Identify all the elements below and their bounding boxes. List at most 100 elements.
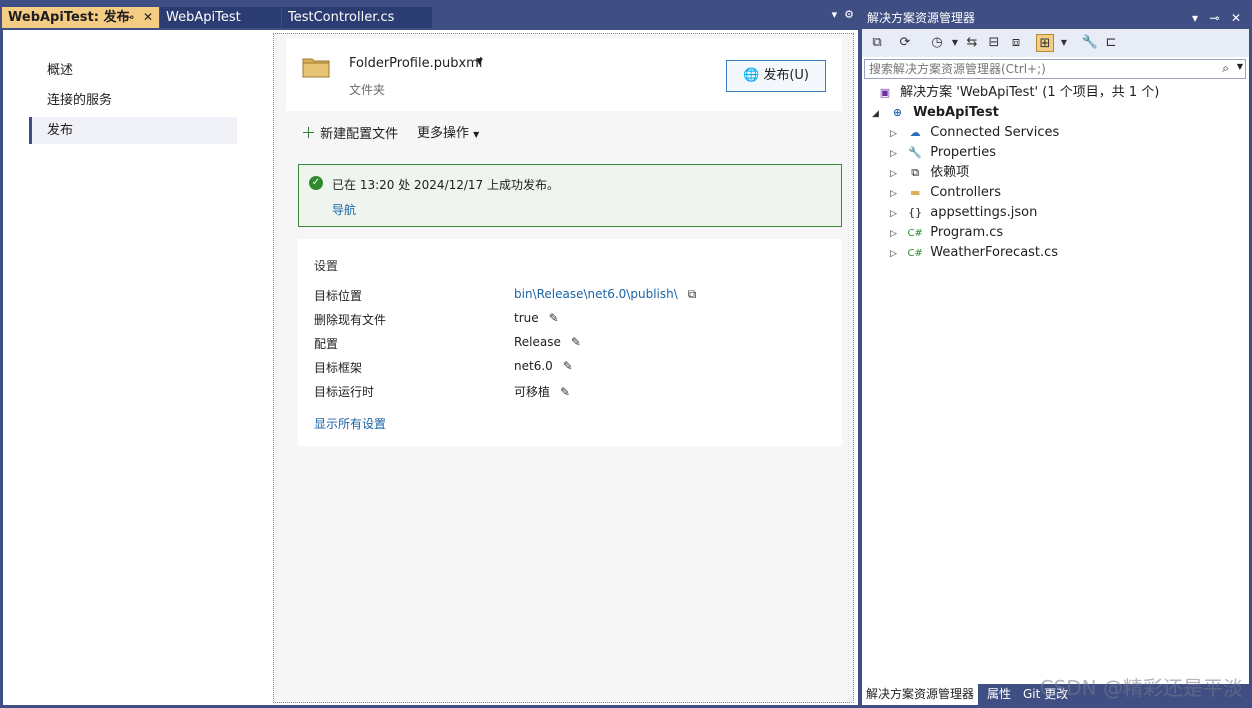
settings-card: 设置 目标位置 bin\Release\net6.0\publish\ ⧉ 删除现…: [298, 239, 842, 446]
show-all-settings-link[interactable]: 显示所有设置: [314, 415, 386, 432]
tab-overflow-controls: ▾ ⚙: [832, 8, 854, 21]
web-project-icon: ⊕: [892, 106, 903, 119]
connected-services-icon: ☁: [909, 126, 921, 139]
setting-value[interactable]: bin\Release\net6.0\publish\ ⧉: [514, 287, 696, 302]
profile-target-type: 文件夹: [349, 83, 386, 97]
settings-heading: 设置: [314, 259, 339, 273]
nav-label: 发布: [47, 123, 74, 138]
more-actions-label: 更多操作: [417, 126, 470, 141]
gear-icon[interactable]: ⚙: [844, 8, 854, 21]
tree-item-program[interactable]: ▷ C# Program.cs: [890, 223, 1003, 243]
collapsed-arrow-icon[interactable]: ▷: [890, 124, 902, 144]
document-tab-bar: WebApiTest: 发布 ⊸ ✕ WebApiTest TestContro…: [0, 0, 860, 30]
collapsed-arrow-icon[interactable]: ▷: [890, 184, 902, 204]
chevron-down-icon[interactable]: ▼: [1055, 34, 1073, 52]
publish-content: FolderProfile.pubxml ▼ 文件夹 🌐 发布(U) ＋ 新建配…: [273, 33, 854, 703]
pin-icon[interactable]: ⊸: [124, 7, 134, 28]
collapsed-arrow-icon[interactable]: ▷: [890, 204, 902, 224]
publish-button-label: 发布(U): [763, 68, 809, 83]
tree-item-connected-services[interactable]: ▷ ☁ Connected Services: [890, 123, 1059, 143]
tree-item-appsettings[interactable]: ▷ {} appsettings.json: [890, 203, 1037, 223]
sync-with-active-icon[interactable]: ⇆: [963, 34, 981, 52]
show-all-files-icon[interactable]: ⧈: [1007, 34, 1025, 52]
tree-item-properties[interactable]: ▷ 🔧 Properties: [890, 143, 996, 163]
solution-explorer-toolbar: ⧉ ⟳ ◷ ▼ ⇆ ⊟ ⧈ ⊞ ▼ 🔧 ⊏: [862, 29, 1249, 57]
pin-icon[interactable]: ⊸: [1209, 11, 1219, 25]
collapsed-arrow-icon[interactable]: ▷: [890, 244, 902, 264]
tree-item-label: WebApiTest: [913, 105, 999, 120]
more-actions-button[interactable]: 更多操作 ▼: [417, 122, 479, 141]
search-icon[interactable]: ⌕: [1222, 61, 1229, 76]
setting-value-text: true: [514, 311, 539, 325]
pencil-icon[interactable]: ✎: [560, 385, 570, 399]
collapsed-arrow-icon[interactable]: ▷: [890, 224, 902, 244]
sync-icon[interactable]: ⟳: [896, 34, 914, 52]
csharp-file-icon: C#: [907, 248, 923, 259]
pencil-icon[interactable]: ✎: [571, 335, 581, 349]
collapsed-arrow-icon[interactable]: ▷: [890, 144, 902, 164]
chevron-down-icon[interactable]: ▼: [476, 57, 483, 67]
history-icon[interactable]: ◷: [928, 34, 946, 52]
tree-item-dependencies[interactable]: ▷ ⧉ 依赖项: [890, 163, 969, 183]
collapse-all-icon[interactable]: ⊟: [985, 34, 1003, 52]
search-input[interactable]: [865, 60, 1213, 78]
tree-item-weatherforecast[interactable]: ▷ C# WeatherForecast.cs: [890, 243, 1058, 263]
tree-item-label: appsettings.json: [930, 205, 1038, 220]
folder-icon: [302, 58, 330, 78]
solution-explorer-panel: 解决方案资源管理器 ▾ ⊸ ✕ ⧉ ⟳ ◷ ▼ ⇆ ⊟ ⧈ ⊞ ▼ 🔧 ⊏ ⌕ …: [862, 7, 1249, 705]
copy-icon[interactable]: ⧉: [688, 287, 697, 302]
tree-item-controllers[interactable]: ▷ ▬ Controllers: [890, 183, 1001, 203]
close-icon[interactable]: ✕: [143, 7, 153, 28]
setting-value-text: Release: [514, 335, 561, 349]
navigate-link[interactable]: 导航: [332, 201, 356, 218]
chevron-down-icon[interactable]: ▼: [946, 34, 964, 52]
wrench-icon[interactable]: 🔧: [1081, 34, 1099, 52]
tab-testcontroller[interactable]: TestController.cs: [282, 7, 432, 28]
globe-publish-icon: 🌐: [743, 68, 760, 83]
csharp-file-icon: C#: [907, 228, 923, 239]
tab-label: WebApiTest: 发布: [8, 10, 130, 25]
tab-dropdown-icon[interactable]: ▾: [832, 8, 838, 21]
setting-value-text: 可移植: [514, 385, 551, 399]
left-nav: 概述 连接的服务 发布: [3, 30, 271, 705]
solution-icon: ▣: [879, 86, 891, 99]
tab-solution-explorer[interactable]: 解决方案资源管理器: [862, 684, 979, 705]
tree-item-label: 依赖项: [930, 165, 970, 180]
preview-icon[interactable]: ⊏: [1102, 34, 1120, 52]
collapsed-arrow-icon[interactable]: ▷: [890, 164, 902, 184]
new-profile-button[interactable]: ＋ 新建配置文件: [301, 122, 398, 143]
pencil-icon[interactable]: ✎: [549, 311, 559, 325]
pencil-icon[interactable]: ✎: [563, 359, 573, 373]
setting-key: 目标位置: [314, 289, 363, 303]
nav-item-connected-services[interactable]: 连接的服务: [29, 87, 237, 114]
filter-icon[interactable]: ⊞: [1036, 34, 1054, 52]
profile-select[interactable]: FolderProfile.pubxml: [349, 56, 482, 71]
setting-key: 目标运行时: [314, 385, 375, 399]
tree-item-label: Connected Services: [930, 125, 1060, 140]
setting-value: true ✎: [514, 311, 559, 325]
publish-button[interactable]: 🌐 发布(U): [726, 60, 826, 92]
properties-icon: 🔧: [908, 146, 922, 159]
check-circle-icon: ✓: [309, 176, 323, 190]
chevron-down-icon[interactable]: ▾: [1192, 11, 1198, 25]
switch-views-icon[interactable]: ⧉: [868, 34, 886, 52]
tree-item-solution[interactable]: ▣ 解决方案 'WebApiTest' (1 个项目，共 1 个): [876, 83, 1160, 103]
setting-value-text: net6.0: [514, 359, 553, 373]
profile-card: FolderProfile.pubxml ▼ 文件夹 🌐 发布(U): [286, 38, 842, 111]
tab-webapitest[interactable]: WebApiTest: [160, 7, 281, 28]
nav-item-overview[interactable]: 概述: [29, 57, 237, 84]
close-icon[interactable]: ✕: [1231, 11, 1241, 25]
tree-item-project[interactable]: ◢ ⊕ WebApiTest: [872, 103, 999, 123]
new-profile-label: 新建配置文件: [320, 127, 399, 142]
tab-properties[interactable]: 属性: [983, 684, 1015, 705]
setting-value: Release ✎: [514, 335, 581, 349]
tab-webapitest-publish[interactable]: WebApiTest: 发布 ⊸ ✕: [2, 7, 159, 28]
nav-item-publish[interactable]: 发布: [29, 117, 237, 144]
expanded-arrow-icon[interactable]: ◢: [872, 104, 884, 124]
tree-item-label: WeatherForecast.cs: [930, 245, 1059, 260]
publish-editor: 概述 连接的服务 发布 FolderProfile.pubxml ▼ 文件夹 🌐…: [3, 30, 858, 705]
setting-value: net6.0 ✎: [514, 359, 573, 373]
chevron-down-icon[interactable]: ▼: [1237, 62, 1243, 71]
folder-icon: ▬: [909, 186, 921, 199]
json-file-icon: {}: [908, 206, 923, 219]
